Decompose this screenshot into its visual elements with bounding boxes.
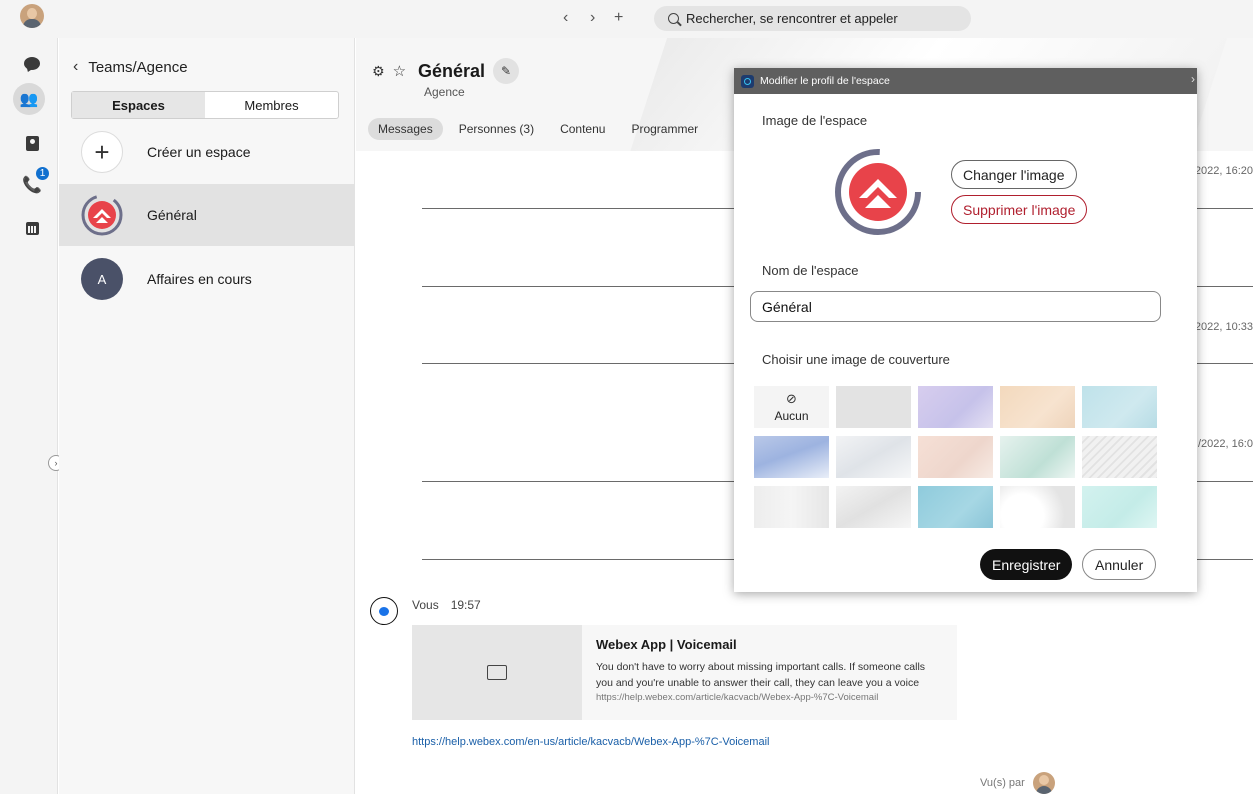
calendar-icon [25, 221, 39, 235]
link-preview-description: You don't have to worry about missing im… [596, 661, 926, 689]
space-item-label: Général [147, 207, 197, 223]
cover-option[interactable] [1000, 436, 1075, 478]
sender-avatar[interactable] [370, 597, 398, 625]
document-icon [487, 665, 507, 680]
space-subtitle: Agence [424, 85, 465, 99]
space-avatar: A [81, 258, 123, 300]
cover-option[interactable] [1082, 486, 1157, 528]
cover-option[interactable] [1000, 386, 1075, 428]
link-preview-card[interactable]: Webex App | Voicemail You don't have to … [412, 625, 957, 720]
space-title-row: ⚙ ☆ Général ✎ [372, 58, 520, 84]
link-preview-body: Webex App | Voicemail You don't have to … [582, 625, 957, 720]
timestamp: 2022, 16:20 [1194, 165, 1253, 177]
search-icon [668, 13, 679, 24]
tab-membres[interactable]: Membres [205, 92, 338, 118]
cover-option[interactable] [918, 486, 993, 528]
chevron-left-icon: ‹ [73, 58, 79, 75]
timestamp: 2022, 10:33 [1194, 321, 1253, 333]
cover-option[interactable] [1082, 436, 1157, 478]
link-preview-url: https://help.webex.com/article/kacvacb/W… [596, 692, 879, 703]
save-button[interactable]: Enregistrer [980, 549, 1073, 580]
calendar-nav[interactable] [19, 215, 45, 241]
tab-contenu[interactable]: Contenu [550, 118, 615, 140]
breadcrumb[interactable]: ‹ Teams/Agence [73, 58, 188, 76]
space-tabs: Messages Personnes (3) Contenu Programme… [368, 118, 714, 140]
chat-bubble-icon [24, 56, 40, 70]
message-author: Vous [412, 598, 439, 612]
user-avatar[interactable] [20, 4, 44, 28]
space-logo-icon [81, 194, 123, 236]
message-link[interactable]: https://help.webex.com/en-us/article/kac… [412, 736, 769, 748]
forward-button[interactable]: › [590, 9, 595, 27]
navigation-rail: 👥 📞 1 [0, 38, 58, 794]
back-button[interactable]: ‹ [563, 9, 568, 27]
plus-icon: + [81, 131, 123, 173]
webex-app-icon [741, 74, 754, 88]
search-bar[interactable]: Rechercher, se rencontrer et appeler [654, 6, 971, 31]
team-icon: 👥 [19, 91, 39, 108]
cancel-button[interactable]: Annuler [1082, 549, 1157, 580]
space-item-affaires[interactable]: A Affaires en cours [59, 248, 355, 310]
space-image-preview [835, 149, 921, 235]
cover-option[interactable] [1082, 386, 1157, 428]
timestamp: /2022, 16:0 [1197, 438, 1253, 450]
read-receipt: Vu(s) par [980, 772, 1055, 794]
link-preview-title: Webex App | Voicemail [596, 637, 737, 652]
create-space-button[interactable]: + Créer un espace [59, 121, 355, 183]
edit-icon[interactable]: ✎ [493, 58, 520, 84]
breadcrumb-label: Teams/Agence [88, 58, 188, 76]
tab-personnes[interactable]: Personnes (3) [449, 118, 544, 140]
space-item-label: Affaires en cours [147, 271, 252, 287]
cover-option[interactable] [754, 486, 829, 528]
webex-dot-icon [379, 606, 389, 616]
calls-badge: 1 [35, 166, 50, 181]
dialog-title: Modifier le profil de l'espace [760, 75, 890, 87]
cover-image-label: Choisir une image de couverture [762, 352, 950, 367]
space-name-label: Nom de l'espace [762, 263, 859, 278]
cover-option[interactable] [918, 436, 993, 478]
create-space-label: Créer un espace [147, 144, 251, 160]
cover-option[interactable] [836, 486, 911, 528]
tab-messages[interactable]: Messages [368, 118, 443, 140]
contacts-icon [25, 135, 39, 151]
cover-image-grid: ⊘ Aucun [754, 386, 1157, 528]
new-button[interactable]: + [614, 9, 623, 27]
no-entry-icon: ⊘ [786, 391, 797, 406]
search-placeholder: Rechercher, se rencontrer et appeler [686, 11, 898, 26]
link-preview-thumbnail [412, 625, 582, 720]
cover-option[interactable] [754, 436, 829, 478]
space-item-general[interactable]: Général [59, 184, 355, 246]
cover-option[interactable] [836, 436, 911, 478]
cover-option[interactable] [918, 386, 993, 428]
tab-espaces[interactable]: Espaces [72, 92, 205, 118]
calling-nav[interactable]: 📞 1 [19, 166, 50, 198]
close-icon[interactable]: › [1191, 72, 1195, 86]
messaging-nav[interactable] [19, 50, 45, 76]
read-by-label: Vu(s) par [980, 777, 1025, 789]
space-title: Général [418, 60, 486, 81]
cover-none-option[interactable]: ⊘ Aucun [754, 386, 829, 428]
spaces-members-toggle: Espaces Membres [71, 91, 339, 119]
cover-option[interactable] [836, 386, 911, 428]
cover-option[interactable] [1000, 486, 1075, 528]
edit-space-profile-dialog: Modifier le profil de l'espace › Image d… [734, 68, 1197, 592]
reader-avatar[interactable] [1032, 772, 1055, 794]
teams-nav[interactable]: 👥 [13, 83, 45, 115]
message-meta: Vous 19:57 [412, 598, 481, 612]
delete-image-button[interactable]: Supprimer l'image [951, 195, 1088, 224]
change-image-button[interactable]: Changer l'image [951, 160, 1077, 189]
tab-programmer[interactable]: Programmer [621, 118, 708, 140]
cover-none-label: Aucun [774, 409, 809, 423]
gear-icon[interactable]: ⚙ [372, 63, 385, 80]
spaces-panel: ‹ Teams/Agence Espaces Membres + Créer u… [59, 38, 355, 794]
dialog-title-bar: Modifier le profil de l'espace › [734, 68, 1197, 94]
space-name-input[interactable]: Général [750, 291, 1161, 322]
star-icon[interactable]: ☆ [393, 62, 406, 80]
contacts-nav[interactable] [19, 130, 45, 156]
space-image-label: Image de l'espace [762, 113, 868, 128]
message-time: 19:57 [450, 598, 481, 612]
title-bar: ‹ › + Rechercher, se rencontrer et appel… [0, 0, 1253, 38]
